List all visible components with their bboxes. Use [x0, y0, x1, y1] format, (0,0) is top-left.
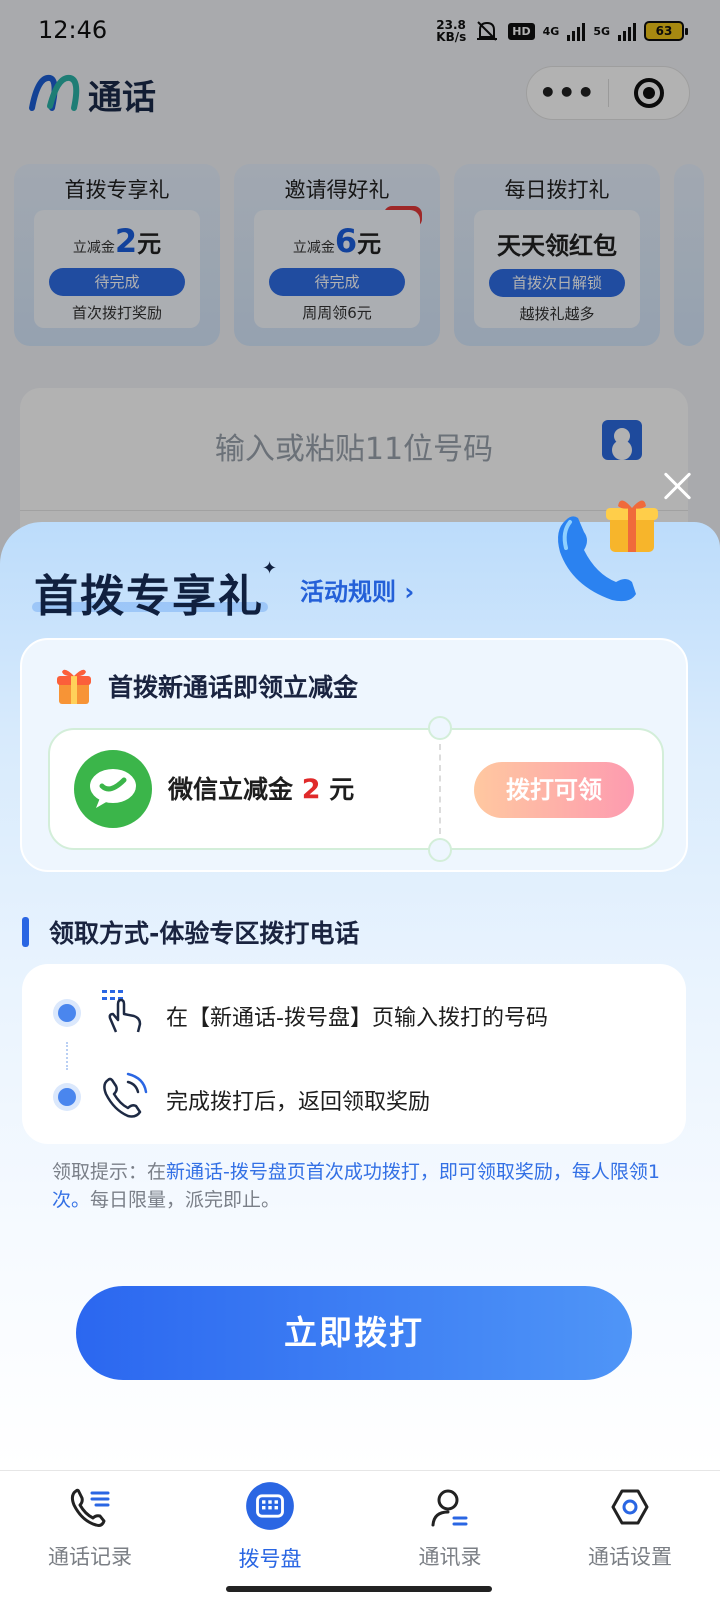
gift-box-icon: [57, 669, 91, 704]
coupon-notch: [428, 716, 452, 740]
step-text: 完成拨打后，返回领取奖励: [166, 1090, 431, 1115]
phone-call-icon: [103, 1072, 148, 1118]
coupon-notch: [428, 838, 452, 862]
claim-method-title: 领取方式-体验专区拨打电话: [49, 919, 360, 948]
home-indicator[interactable]: [226, 1586, 492, 1592]
tab-label: 通话设置: [588, 1545, 672, 1569]
bottom-tab-bar: 通话记录 拨号盘 通讯录 通话设置: [0, 1470, 720, 1600]
popup-title: 首拨专享礼: [34, 571, 264, 622]
tab-contacts[interactable]: 通讯录: [360, 1485, 540, 1571]
tab-label: 通讯录: [418, 1545, 482, 1569]
wechat-pay-icon: [74, 750, 152, 828]
phone-gift-decoration-icon: [558, 500, 658, 602]
claim-steps-card: 在【新通话-拨号盘】页输入拨打的号码 完成拨打后，返回领取奖励: [22, 964, 686, 1144]
claim-method-header: 领取方式-体验专区拨打电话: [22, 914, 359, 950]
dialpad-icon: [246, 1482, 294, 1530]
reward-header: 首拨新通话即领立减金: [54, 666, 358, 706]
wechat-coupon: 微信立减金 2 元 拨打可领: [48, 716, 664, 862]
tab-call-settings[interactable]: 通话设置: [540, 1485, 720, 1571]
step-item: 在【新通话-拨号盘】页输入拨打的号码: [22, 982, 686, 1042]
tab-label: 通话记录: [48, 1545, 132, 1569]
tap-dialpad-icon: [102, 990, 142, 1033]
coupon-label: 微信立减金 2 元: [168, 770, 354, 806]
first-call-gift-popup: 首拨专享礼 ✦ 活动规则 › 首拨新通话即领立减金 微信立减金 2 元 拨打可领…: [0, 500, 720, 1470]
tab-call-log[interactable]: 通话记录: [0, 1485, 180, 1571]
step-dot: [58, 1004, 76, 1022]
reward-card: 首拨新通话即领立减金 微信立减金 2 元 拨打可领: [20, 638, 688, 872]
reward-header-text: 首拨新通话即领立减金: [108, 673, 359, 702]
close-popup-button[interactable]: [660, 468, 696, 504]
step-dot: [58, 1088, 76, 1106]
tip-suffix: 每日限量，派完即止。: [90, 1189, 281, 1211]
coupon-label-suffix: 元: [329, 775, 355, 804]
activity-rules-link[interactable]: 活动规则 ›: [300, 572, 414, 607]
step-item: 完成拨打后，返回领取奖励: [22, 1066, 686, 1126]
step-text: 在【新通话-拨号盘】页输入拨打的号码: [166, 1006, 548, 1031]
coupon-divider: [439, 744, 441, 834]
call-now-button[interactable]: 立即拨打: [76, 1286, 632, 1380]
call-to-claim-button[interactable]: 拨打可领: [474, 762, 634, 818]
call-log-icon: [70, 1488, 110, 1527]
contacts-icon: [431, 1489, 468, 1527]
sparkle-icon: ✦: [262, 558, 278, 579]
tab-dialpad[interactable]: 拨号盘: [180, 1482, 360, 1573]
claim-tip: 领取提示：在新通话-拨号盘页首次成功拨打，即可领取奖励，每人限领1次。每日限量，…: [52, 1158, 662, 1214]
settings-icon: [611, 1489, 649, 1525]
coupon-label-prefix: 微信立减金: [168, 775, 294, 804]
tip-prefix: 领取提示：在: [52, 1161, 167, 1183]
section-accent-bar: [22, 917, 29, 947]
coupon-amount: 2: [301, 774, 321, 805]
tab-label: 拨号盘: [238, 1547, 302, 1571]
